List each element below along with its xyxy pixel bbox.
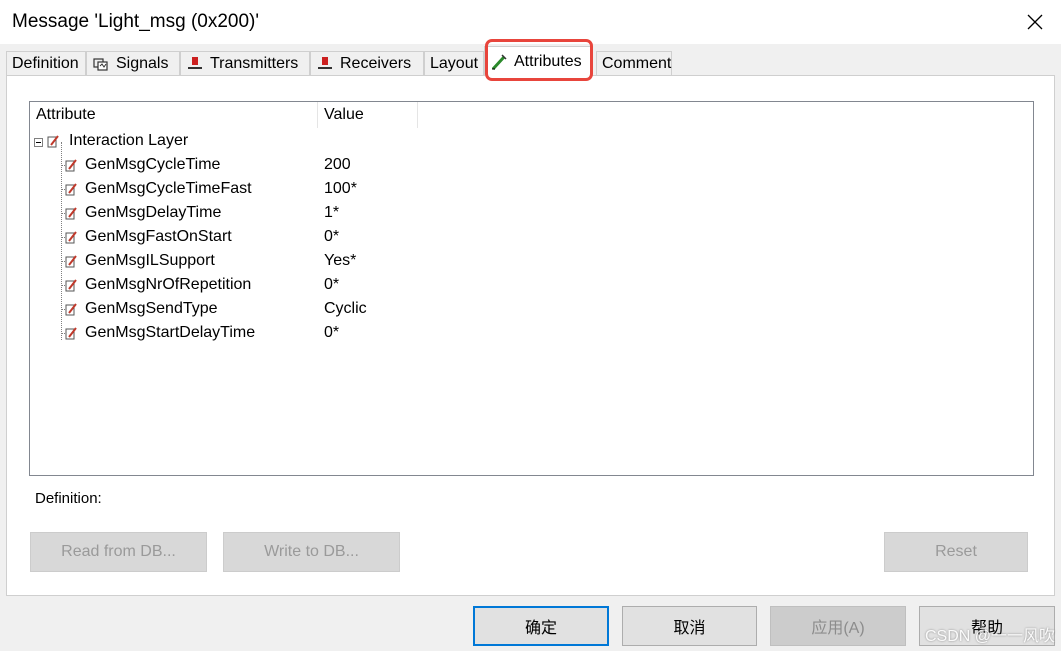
group-label: Interaction Layer [69, 132, 189, 149]
tab-label: Attributes [514, 52, 582, 70]
attribute-icon [65, 327, 77, 340]
window-title: Message 'Light_msg (0x200)' [12, 11, 259, 32]
tab-receivers[interactable]: Receivers [310, 51, 424, 75]
attribute-icon [65, 231, 77, 244]
table-row[interactable]: GenMsgCycleTimeFast 100* [30, 177, 1033, 201]
table-row[interactable]: GenMsgSendType Cyclic [30, 297, 1033, 321]
table-row[interactable]: GenMsgILSupport Yes* [30, 249, 1033, 273]
write-to-db-button[interactable]: Write to DB... [223, 532, 400, 572]
attributes-panel: Attribute Value Interaction Layer GenMsg… [6, 75, 1055, 596]
tab-comment[interactable]: Comment [596, 51, 672, 75]
attribute-value[interactable]: 0* [324, 225, 339, 249]
tab-attributes[interactable]: Attributes [484, 46, 592, 76]
tab-label: Comment [602, 55, 672, 72]
column-header-value[interactable]: Value [318, 102, 418, 128]
table-row[interactable]: GenMsgFastOnStart 0* [30, 225, 1033, 249]
attribute-icon [65, 255, 77, 268]
tree-group-interaction-layer[interactable]: Interaction Layer [30, 129, 1033, 153]
definition-label: Definition: [35, 490, 102, 507]
tab-layout[interactable]: Layout [424, 51, 484, 75]
collapse-icon[interactable] [34, 138, 43, 147]
tab-label: Receivers [340, 55, 412, 72]
attribute-value[interactable]: Cyclic [324, 297, 367, 321]
close-icon [1027, 14, 1043, 30]
watermark: CSDN @一一风吹 [924, 628, 1055, 645]
attribute-icon [65, 303, 77, 316]
node-icon [318, 56, 332, 69]
node-icon [188, 56, 202, 69]
attribute-name: GenMsgCycleTimeFast [85, 180, 252, 197]
attribute-value[interactable]: 200 [324, 153, 351, 177]
table-row[interactable]: GenMsgNrOfRepetition 0* [30, 273, 1033, 297]
table-row[interactable]: GenMsgStartDelayTime 0* [30, 321, 1033, 345]
tab-strip: Definition Signals Transmitters Receiver… [6, 44, 1056, 76]
attribute-name: GenMsgILSupport [85, 252, 215, 269]
tab-transmitters[interactable]: Transmitters [180, 51, 310, 75]
attribute-icon [65, 183, 77, 196]
title-bar: Message 'Light_msg (0x200)' [0, 0, 1061, 44]
attribute-value[interactable]: 0* [324, 321, 339, 345]
attribute-icon [47, 135, 59, 148]
apply-button[interactable]: 应用(A) [770, 606, 906, 646]
attribute-value[interactable]: 0* [324, 273, 339, 297]
attribute-name: GenMsgSendType [85, 300, 218, 317]
tab-label: Definition [12, 55, 79, 72]
reset-button[interactable]: Reset [884, 532, 1028, 572]
column-header-attribute[interactable]: Attribute [30, 102, 318, 128]
attribute-list[interactable]: Attribute Value Interaction Layer GenMsg… [29, 101, 1034, 476]
list-header: Attribute Value [30, 102, 1033, 128]
attribute-name: GenMsgFastOnStart [85, 228, 232, 245]
attribute-name: GenMsgDelayTime [85, 204, 222, 221]
attribute-icon [65, 279, 77, 292]
tab-label: Signals [116, 55, 169, 72]
signals-icon [93, 57, 108, 71]
attribute-pencil-icon [491, 53, 507, 70]
cancel-button[interactable]: 取消 [622, 606, 757, 646]
read-from-db-button[interactable]: Read from DB... [30, 532, 207, 572]
attribute-value[interactable]: 1* [324, 201, 339, 225]
attribute-icon [65, 159, 77, 172]
tab-definition[interactable]: Definition [6, 51, 86, 75]
attribute-name: GenMsgStartDelayTime [85, 324, 256, 341]
table-row[interactable]: GenMsgDelayTime 1* [30, 201, 1033, 225]
attribute-name: GenMsgNrOfRepetition [85, 276, 252, 293]
tab-label: Layout [430, 55, 479, 72]
tab-signals[interactable]: Signals [86, 51, 180, 75]
attribute-value[interactable]: Yes* [324, 249, 356, 273]
attribute-name: GenMsgCycleTime [85, 156, 221, 173]
attribute-value[interactable]: 100* [324, 177, 357, 201]
attribute-icon [65, 207, 77, 220]
close-button[interactable] [1009, 0, 1061, 44]
table-row[interactable]: GenMsgCycleTime 200 [30, 153, 1033, 177]
ok-button[interactable]: 确定 [473, 606, 609, 646]
tab-label: Transmitters [210, 55, 299, 72]
